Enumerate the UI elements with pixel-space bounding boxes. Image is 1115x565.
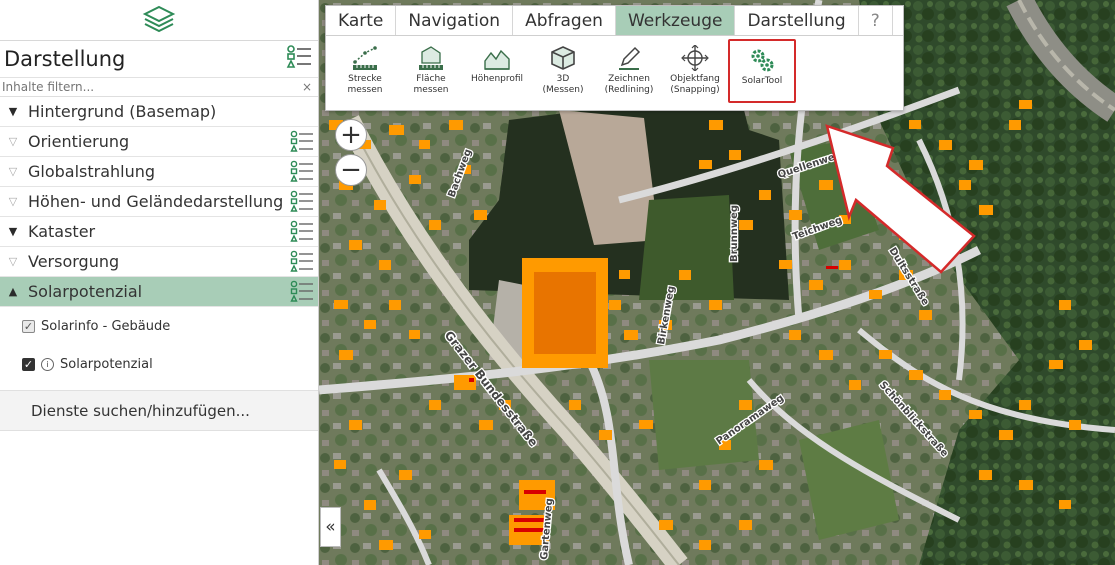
legend-icon[interactable] [290,280,314,307]
crosshair-icon [681,43,709,71]
layer-orientierung[interactable]: ▽ Orientierung [0,127,318,157]
collapsed-triangle-icon[interactable]: ▽ [2,255,24,268]
tool-label: Objektfang (Snapping) [670,74,720,95]
elevation-profile-icon [483,43,511,71]
legend-icon[interactable] [290,190,314,217]
layer-hintergrund[interactable]: ▼ Hintergrund (Basemap) [0,97,318,127]
tool-3d-measure[interactable]: 3D (Messen) [530,36,596,106]
layer-label: Orientierung [28,132,130,151]
legend-icon[interactable] [290,160,314,187]
pencil-icon [615,43,643,71]
tool-elevation-profile[interactable]: Höhenprofil [464,36,530,106]
collapse-sidebar-button[interactable]: « [320,507,341,547]
sidebar: Darstellung × ▼ Hintergrund (Basemap) ▽ … [0,0,319,565]
tool-ribbon: Karte Navigation Abfragen Werkzeuge Dars… [325,5,904,111]
layer-label: Globalstrahlung [28,162,156,181]
tool-label: Fläche messen [413,74,449,95]
tool-solartool[interactable]: SolarTool [728,39,796,103]
zoom-in-button[interactable]: + [335,119,367,151]
layer-solarpotenzial[interactable]: ▲ Solarpotenzial [0,277,318,307]
tab-werkzeuge[interactable]: Werkzeuge [615,6,736,35]
expanded-triangle-icon[interactable]: ▼ [2,225,24,238]
zoom-out-button[interactable]: − [335,154,367,186]
layer-label: Versorgung [28,252,120,271]
sublayer-solarinfo[interactable]: ✓ Solarinfo - Gebäude [0,307,318,345]
tool-snapping[interactable]: Objektfang (Snapping) [662,36,728,106]
layer-label: Höhen- und Geländedarstellung [28,192,284,211]
checkbox[interactable]: ✓ [22,319,35,333]
layer-hoehen[interactable]: ▽ Höhen- und Geländedarstellung [0,187,318,217]
tool-label: 3D (Messen) [542,74,584,95]
cube-3d-icon [549,43,577,71]
checkbox[interactable]: ✓ [22,357,35,371]
collapsed-triangle-icon[interactable]: ▽ [2,165,24,178]
tool-measure-line[interactable]: Strecke messen [332,36,398,106]
panel-header: Darstellung [0,41,318,78]
layer-filter-input[interactable] [2,80,262,94]
measure-line-icon [351,43,379,71]
layer-label: Kataster [28,222,96,241]
layer-versorgung[interactable]: ▽ Versorgung [0,247,318,277]
layers-header-bar [0,0,318,41]
tool-label: SolarTool [741,76,783,86]
sublayer-label: Solarpotenzial [60,356,153,372]
layer-kataster[interactable]: ▼ Kataster [0,217,318,247]
tool-label: Höhenprofil [470,74,524,84]
info-icon[interactable]: i [41,357,54,371]
tab-help[interactable]: ? [859,6,893,35]
layer-globalstrahlung[interactable]: ▽ Globalstrahlung [0,157,318,187]
tool-measure-area[interactable]: Fläche messen [398,36,464,106]
tab-darstellung[interactable]: Darstellung [735,6,859,35]
filter-clear-icon[interactable]: × [302,80,312,94]
legend-icon[interactable] [290,220,314,247]
measure-area-icon [417,43,445,71]
tool-label: Strecke messen [347,74,383,95]
layers-stack-icon[interactable] [142,3,176,37]
ribbon-tabs: Karte Navigation Abfragen Werkzeuge Dars… [326,6,903,36]
tool-list: Strecke messen Fläche messen Höhenprofil… [326,36,903,106]
sublayer-solarpotenzial[interactable]: ✓ i Solarpotenzial [0,345,318,383]
layer-label: Hintergrund (Basemap) [28,102,217,121]
gears-icon [748,45,776,73]
selected-triangle-icon[interactable]: ▲ [2,285,24,298]
panel-title: Darstellung [4,47,126,71]
tool-label: Zeichnen (Redlining) [604,74,654,95]
tab-navigation[interactable]: Navigation [396,6,514,35]
legend-list-icon[interactable] [286,44,312,74]
street-label: Brunnweg [729,205,740,262]
legend-icon[interactable] [290,130,314,157]
add-services-button[interactable]: Dienste suchen/hinzufügen... [0,390,318,431]
collapsed-triangle-icon[interactable]: ▽ [2,135,24,148]
tab-karte[interactable]: Karte [326,6,397,35]
tab-abfragen[interactable]: Abfragen [513,6,616,35]
tool-redlining[interactable]: Zeichnen (Redlining) [596,36,662,106]
filter-bar: × [0,78,318,97]
expanded-triangle-icon[interactable]: ▼ [2,105,24,118]
sublayer-label: Solarinfo - Gebäude [41,318,171,334]
collapsed-triangle-icon[interactable]: ▽ [2,195,24,208]
legend-icon[interactable] [290,250,314,277]
layer-label: Solarpotenzial [28,282,143,301]
